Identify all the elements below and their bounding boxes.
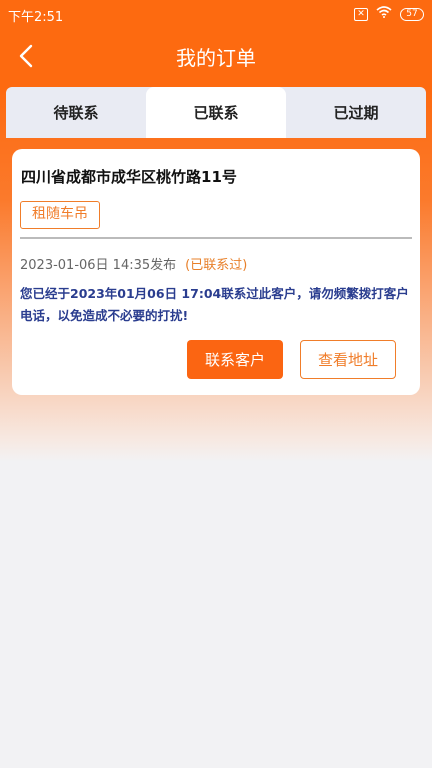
page-title: 我的订单 <box>176 46 256 70</box>
no-sim-icon: ✕ <box>354 7 368 21</box>
tab-pending[interactable]: 待联系 <box>6 87 146 138</box>
status-time: 下午2:51 <box>8 10 64 25</box>
status-bar: 下午2:51 ✕ 57 <box>0 0 432 30</box>
contact-notice: 您已经于2023年01月06日 17:04联系过此客户，请勿频繁拨打客户电话，以… <box>20 286 409 323</box>
publish-time: 2023-01-06日 14:35发布 <box>20 258 177 273</box>
service-tag: 租随车吊 <box>20 201 100 229</box>
wifi-icon <box>376 6 392 22</box>
nav-bar: 我的订单 <box>0 30 432 82</box>
order-tabs: 待联系 已联系 已过期 <box>6 87 426 138</box>
order-card: 四川省成都市成华区桃竹路11号 租随车吊 2023-01-06日 14:35发布… <box>12 149 420 395</box>
tab-contacted[interactable]: 已联系 <box>146 87 286 138</box>
view-address-button[interactable]: 查看地址 <box>300 340 396 379</box>
order-address: 四川省成都市成华区桃竹路11号 <box>21 168 237 186</box>
battery-icon: 57 <box>400 7 424 21</box>
contact-customer-button[interactable]: 联系客户 <box>187 340 283 379</box>
status-icons: ✕ 57 <box>354 6 424 22</box>
contact-status: (已联系过) <box>185 258 248 273</box>
divider <box>20 237 412 239</box>
order-meta: 2023-01-06日 14:35发布 (已联系过) <box>20 254 247 273</box>
tab-expired[interactable]: 已过期 <box>286 87 426 138</box>
